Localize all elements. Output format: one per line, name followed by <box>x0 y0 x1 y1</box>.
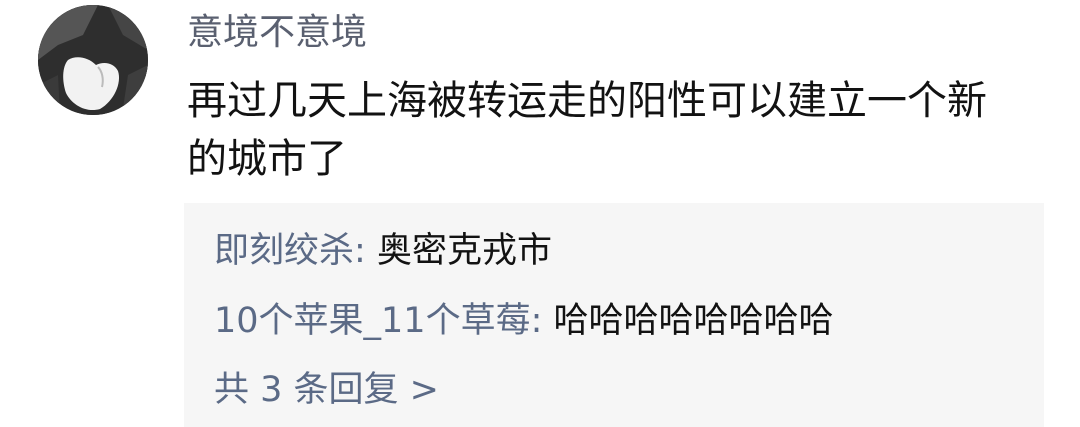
avatar[interactable] <box>38 5 148 115</box>
reply-separator: : <box>354 231 377 271</box>
comment-line: 再过几天上海被转运走的阳性可以建立一个新 <box>187 78 987 124</box>
comment-line: 的城市了 <box>187 136 347 182</box>
reply-text: 奥密克戎市 <box>376 231 552 271</box>
comment-author[interactable]: 意境不意境 <box>187 8 367 58</box>
view-all-replies-link[interactable]: 共 3 条回复 > <box>214 366 439 414</box>
reply-item[interactable]: 即刻绞杀: 奥密克戎市 <box>214 227 552 275</box>
reply-preview: 即刻绞杀: 奥密克戎市 10个苹果_11个草莓: 哈哈哈哈哈哈哈哈 共 3 条回… <box>184 203 1044 427</box>
reply-text: 哈哈哈哈哈哈哈哈 <box>553 301 834 341</box>
avatar-image <box>38 5 148 115</box>
comment-text: 再过几天上海被转运走的阳性可以建立一个新 的城市了 <box>187 72 1027 188</box>
reply-author[interactable]: 10个苹果_11个草莓 <box>214 301 531 341</box>
reply-item[interactable]: 10个苹果_11个草莓: 哈哈哈哈哈哈哈哈 <box>214 297 834 345</box>
reply-separator: : <box>530 301 554 341</box>
reply-author[interactable]: 即刻绞杀 <box>214 231 354 271</box>
